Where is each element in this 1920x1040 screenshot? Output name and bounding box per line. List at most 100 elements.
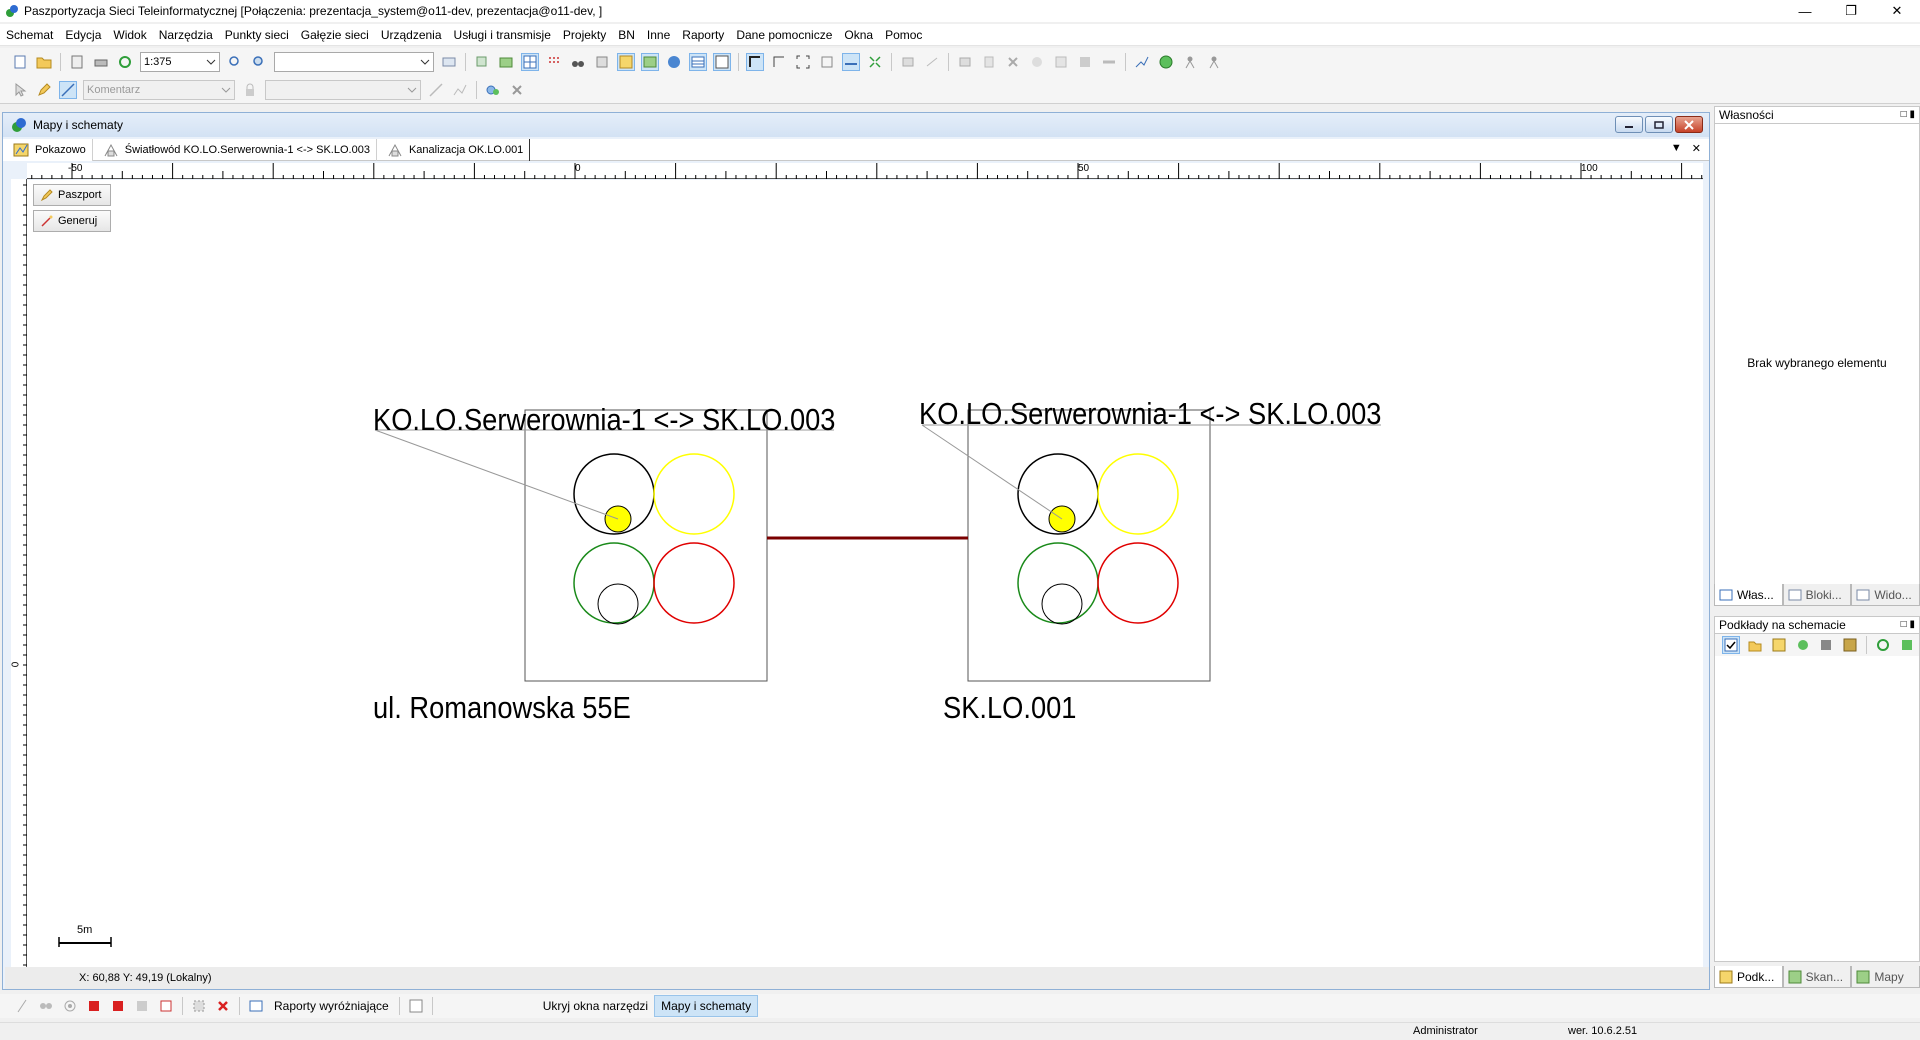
disabled-tool-icon[interactable] <box>957 54 973 70</box>
globe-icon[interactable] <box>1158 54 1174 70</box>
close-icon[interactable] <box>509 82 525 98</box>
zoom-out-icon[interactable] <box>227 54 243 70</box>
maps-window-button[interactable]: Mapy i schematy <box>654 995 759 1017</box>
right-chamber[interactable] <box>921 409 1381 682</box>
frame-corners-icon[interactable] <box>795 54 811 70</box>
tab-mapy[interactable]: Mapy <box>1851 966 1920 988</box>
report-icon[interactable] <box>248 998 264 1014</box>
node-tool-icon[interactable] <box>485 82 501 98</box>
table-icon[interactable] <box>689 53 707 71</box>
left-cable-label[interactable]: KO.LO.Serwerownia-1 <-> SK.LO.003 <box>373 402 835 438</box>
right-cable-label[interactable]: KO.LO.Serwerownia-1 <-> SK.LO.003 <box>919 396 1381 432</box>
tab-kanalizacja[interactable]: Kanalizacja OK.LO.001 <box>377 138 531 161</box>
disabled-tool-icon[interactable] <box>1029 54 1045 70</box>
frame-icon[interactable] <box>771 54 787 70</box>
menu-edycja[interactable]: Edycja <box>59 24 107 46</box>
layer-select[interactable] <box>274 52 434 72</box>
map-view-icon[interactable] <box>617 53 635 71</box>
marker-icon[interactable] <box>158 998 174 1014</box>
tab-widoki[interactable]: Wido... <box>1851 584 1920 606</box>
menu-schemat[interactable]: Schemat <box>0 24 59 46</box>
remove-layer-icon[interactable] <box>1819 637 1835 653</box>
layer-icon[interactable] <box>441 54 457 70</box>
menu-widok[interactable]: Widok <box>107 24 152 46</box>
fit-icon[interactable] <box>867 54 883 70</box>
disabled-tool-icon[interactable] <box>924 54 940 70</box>
menu-urzadzenia[interactable]: Urządzenia <box>375 24 448 46</box>
pin-icon[interactable]: □ ▮ <box>1901 617 1915 633</box>
refresh-icon[interactable] <box>117 54 133 70</box>
tab-skany[interactable]: Skan... <box>1782 966 1852 988</box>
minimize-button[interactable]: — <box>1782 0 1828 22</box>
menu-narzedzia[interactable]: Narzędzia <box>153 24 219 46</box>
tab-list-chevron-icon[interactable]: ▼ <box>1671 142 1682 155</box>
menu-bn[interactable]: BN <box>612 24 641 46</box>
pointer-icon[interactable] <box>12 82 28 98</box>
polyline-icon[interactable] <box>452 82 468 98</box>
pencil-icon[interactable] <box>36 82 52 98</box>
puzzle-icon[interactable] <box>1899 637 1915 653</box>
disabled-tool-icon[interactable] <box>1101 54 1117 70</box>
new-icon[interactable] <box>12 54 28 70</box>
layers-list[interactable] <box>1714 656 1920 962</box>
draw-line-icon[interactable] <box>59 80 77 99</box>
legend-icon[interactable] <box>713 53 731 71</box>
grid-icon[interactable] <box>521 53 539 71</box>
layer-settings-icon[interactable] <box>1842 637 1858 653</box>
menu-punkty-sieci[interactable]: Punkty sieci <box>219 24 295 46</box>
tab-pokazowo[interactable]: Pokazowo <box>3 138 93 161</box>
right-chamber-label[interactable]: SK.LO.001 <box>943 690 1076 726</box>
lock-icon[interactable] <box>242 82 258 98</box>
frame-thin-icon[interactable] <box>819 54 835 70</box>
red-square-icon[interactable] <box>86 998 102 1014</box>
disabled-tool-icon[interactable] <box>981 54 997 70</box>
zoom-in-icon[interactable] <box>251 54 267 70</box>
map-layer-icon[interactable] <box>498 54 514 70</box>
print-icon[interactable] <box>93 54 109 70</box>
mdi-maximize-button[interactable] <box>1645 116 1673 133</box>
checkbox-icon[interactable] <box>1722 636 1740 654</box>
nodes-icon[interactable] <box>38 998 54 1014</box>
menu-dane-pomocnicze[interactable]: Dane pomocnicze <box>730 24 838 46</box>
menu-okna[interactable]: Okna <box>838 24 879 46</box>
mdi-close-button[interactable] <box>1675 116 1703 133</box>
restore-button[interactable]: ❐ <box>1828 0 1874 22</box>
left-chamber-label[interactable]: ul. Romanowska 55E <box>373 690 631 726</box>
delete-icon[interactable] <box>1005 54 1021 70</box>
print-preview-icon[interactable] <box>69 54 85 70</box>
refresh-icon[interactable] <box>1875 637 1891 653</box>
schematic-canvas[interactable]: Paszport Generuj KO.LO.Serwerownia-1 <->… <box>27 180 1703 967</box>
menu-uslugi[interactable]: Usługi i transmisje <box>448 24 557 46</box>
add-layer-icon[interactable] <box>1795 637 1811 653</box>
image-icon[interactable] <box>641 53 659 71</box>
tab-close-icon[interactable]: ✕ <box>1692 142 1701 155</box>
red-square-icon[interactable] <box>110 998 126 1014</box>
copy-icon[interactable] <box>474 54 490 70</box>
menu-projekty[interactable]: Projekty <box>557 24 612 46</box>
comment-select[interactable]: Komentarz <box>83 79 235 100</box>
menu-pomoc[interactable]: Pomoc <box>879 24 928 46</box>
tab-wlasnosci[interactable]: Włas... <box>1714 584 1783 606</box>
frame-tl-icon[interactable] <box>746 53 764 71</box>
target-icon[interactable] <box>62 998 78 1014</box>
menu-inne[interactable]: Inne <box>641 24 676 46</box>
tab-bloki[interactable]: Bloki... <box>1782 584 1852 606</box>
pin-icon[interactable]: □ ▮ <box>1901 107 1915 123</box>
add-map-icon[interactable] <box>1771 637 1787 653</box>
eraser-icon[interactable] <box>134 998 150 1014</box>
dots-grid-icon[interactable] <box>546 54 562 70</box>
style-select[interactable] <box>265 79 421 100</box>
menu-raporty[interactable]: Raporty <box>676 24 730 46</box>
person-icon[interactable] <box>1206 54 1222 70</box>
clear-selection-icon[interactable] <box>215 998 231 1014</box>
open-folder-icon[interactable] <box>36 54 52 70</box>
tab-podklady[interactable]: Podk... <box>1714 966 1783 988</box>
person-icon[interactable] <box>1182 54 1198 70</box>
add-folder-icon[interactable] <box>1747 637 1763 653</box>
route-icon[interactable] <box>1134 54 1150 70</box>
info-icon[interactable] <box>666 54 682 70</box>
disabled-tool-icon[interactable] <box>900 54 916 70</box>
checkbox-icon[interactable] <box>408 998 424 1014</box>
left-chamber[interactable] <box>374 409 834 682</box>
close-button[interactable]: ✕ <box>1874 0 1920 22</box>
